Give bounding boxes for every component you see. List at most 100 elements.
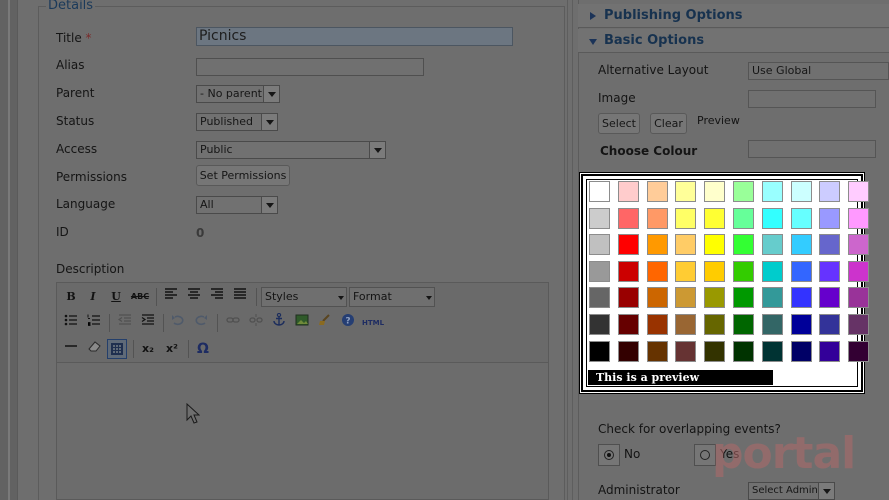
colour-swatch[interactable]: [761, 340, 783, 362]
publishing-options-header[interactable]: Publishing Options: [578, 4, 889, 28]
bold-button[interactable]: B: [61, 287, 81, 307]
administrator-select[interactable]: Select Admin: [748, 482, 835, 500]
access-select[interactable]: Public: [196, 141, 386, 159]
colour-swatch[interactable]: [704, 234, 726, 256]
styles-dropdown[interactable]: Styles: [261, 287, 347, 307]
colour-swatch[interactable]: [646, 234, 668, 256]
colour-swatch[interactable]: [675, 287, 697, 309]
colour-swatch[interactable]: [704, 260, 726, 282]
colour-swatch[interactable]: [675, 234, 697, 256]
image-input[interactable]: [748, 90, 876, 108]
underline-button[interactable]: U: [106, 287, 126, 307]
colour-swatch[interactable]: [848, 207, 870, 229]
format-dropdown[interactable]: Format: [349, 287, 435, 307]
colour-swatch[interactable]: [761, 287, 783, 309]
colour-swatch[interactable]: [646, 314, 668, 335]
colour-swatch[interactable]: [819, 207, 841, 229]
colour-swatch[interactable]: [790, 207, 812, 229]
subscript-button[interactable]: x₂: [138, 339, 158, 359]
colour-swatch[interactable]: [848, 181, 870, 202]
colour-swatch[interactable]: [733, 234, 754, 256]
status-select[interactable]: Published: [196, 113, 278, 131]
bullet-list-icon[interactable]: [61, 313, 81, 333]
indent-icon[interactable]: [138, 313, 158, 333]
colour-swatch[interactable]: [646, 181, 668, 202]
align-justify-icon[interactable]: [230, 287, 250, 307]
colour-swatch[interactable]: [819, 181, 841, 202]
alias-input[interactable]: [196, 58, 424, 76]
colour-swatch[interactable]: [617, 340, 639, 362]
colour-swatch[interactable]: [617, 181, 639, 202]
colour-swatch[interactable]: [819, 234, 841, 256]
colour-swatch[interactable]: [733, 207, 754, 229]
parent-select[interactable]: - No parent -: [196, 85, 280, 103]
colour-swatch[interactable]: [761, 234, 783, 256]
colour-swatch[interactable]: [733, 314, 754, 335]
colour-swatch[interactable]: [589, 287, 610, 309]
visual-aid-icon[interactable]: [107, 339, 127, 359]
colour-swatch[interactable]: [761, 207, 783, 229]
colour-swatch[interactable]: [848, 340, 870, 362]
colour-swatch[interactable]: [790, 181, 812, 202]
colour-swatch[interactable]: [848, 287, 870, 309]
colour-swatch[interactable]: [790, 314, 812, 335]
colour-swatch[interactable]: [704, 314, 726, 335]
language-select[interactable]: All: [196, 196, 278, 214]
anchor-icon[interactable]: [269, 312, 289, 333]
colour-swatch[interactable]: [848, 314, 870, 335]
clear-image-button[interactable]: Clear: [650, 113, 687, 134]
colour-swatch[interactable]: [790, 260, 812, 282]
colour-swatch[interactable]: [589, 234, 610, 256]
colour-swatch[interactable]: [589, 314, 610, 335]
special-char-button[interactable]: Ω: [193, 339, 213, 359]
colour-swatch[interactable]: [589, 260, 610, 282]
numbered-list-icon[interactable]: [84, 313, 104, 333]
colour-swatch[interactable]: [848, 234, 870, 256]
colour-swatch[interactable]: [761, 314, 783, 335]
basic-options-header[interactable]: Basic Options: [578, 29, 889, 53]
overlap-no-radio[interactable]: [598, 444, 620, 466]
italic-button[interactable]: I: [83, 287, 103, 307]
colour-swatch[interactable]: [675, 340, 697, 362]
colour-swatch[interactable]: [704, 287, 726, 309]
description-editor[interactable]: B I U ABC Styles Format ? HTML x₂ x² Ω: [56, 282, 549, 500]
redo-icon[interactable]: [191, 313, 211, 333]
colour-swatch[interactable]: [761, 260, 783, 282]
colour-swatch[interactable]: [761, 181, 783, 202]
colour-swatch[interactable]: [675, 260, 697, 282]
colour-swatch[interactable]: [617, 287, 639, 309]
colour-input[interactable]: [748, 140, 876, 158]
horizontal-rule-icon[interactable]: [61, 339, 81, 359]
colour-swatch[interactable]: [675, 314, 697, 335]
superscript-button[interactable]: x²: [162, 339, 182, 359]
cleanup-icon[interactable]: [315, 313, 335, 333]
align-left-icon[interactable]: [161, 287, 181, 307]
colour-swatch[interactable]: [790, 340, 812, 362]
colour-swatch[interactable]: [733, 181, 754, 202]
colour-swatch[interactable]: [589, 181, 610, 202]
colour-swatch[interactable]: [819, 287, 841, 309]
unlink-icon[interactable]: [246, 313, 266, 333]
link-icon[interactable]: [223, 313, 243, 333]
outdent-icon[interactable]: [115, 313, 135, 333]
alternative-layout-select[interactable]: Use Global: [748, 62, 889, 80]
colour-swatch[interactable]: [848, 260, 870, 282]
colour-swatch[interactable]: [617, 314, 639, 335]
strikethrough-button[interactable]: ABC: [130, 287, 150, 307]
colour-swatch[interactable]: [617, 234, 639, 256]
colour-swatch[interactable]: [819, 260, 841, 282]
colour-swatch[interactable]: [617, 207, 639, 229]
colour-swatch[interactable]: [646, 260, 668, 282]
colour-swatch[interactable]: [704, 207, 726, 229]
colour-swatch[interactable]: [646, 207, 668, 229]
colour-swatch[interactable]: [617, 260, 639, 282]
help-icon[interactable]: ?: [338, 313, 358, 333]
html-source-button[interactable]: HTML: [360, 313, 386, 333]
colour-swatch[interactable]: [790, 234, 812, 256]
align-center-icon[interactable]: [184, 287, 204, 307]
colour-swatch[interactable]: [704, 181, 726, 202]
eraser-icon[interactable]: [84, 339, 104, 359]
colour-swatch[interactable]: [733, 287, 754, 309]
colour-swatch[interactable]: [589, 207, 610, 229]
colour-swatch[interactable]: [790, 287, 812, 309]
